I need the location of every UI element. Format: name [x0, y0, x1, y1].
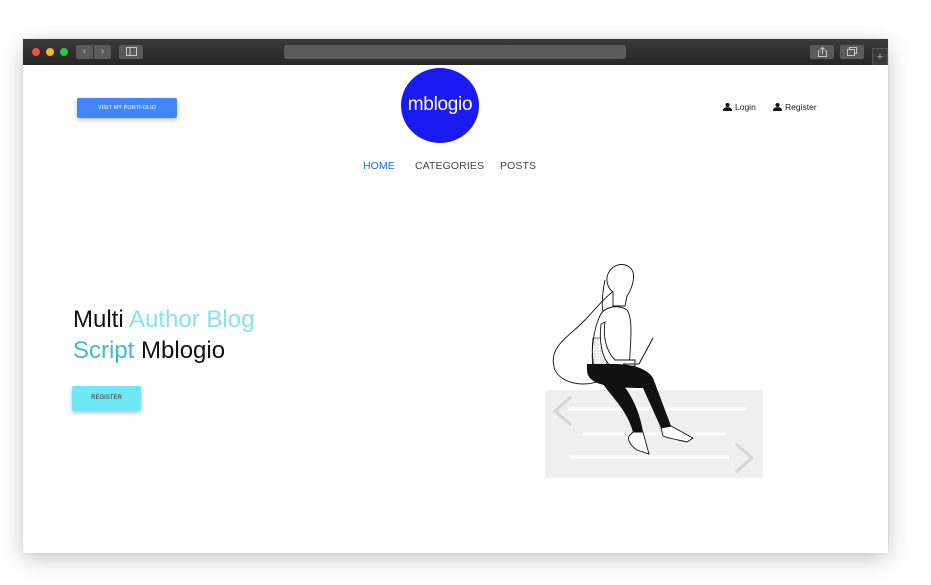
hero-title-highlight2: Script	[73, 337, 135, 364]
forward-button[interactable]: ›	[94, 45, 111, 59]
register-link[interactable]: Register	[773, 102, 817, 112]
share-icon	[817, 47, 827, 57]
hero-title-part1: Multi	[73, 306, 130, 333]
site-logo[interactable]: mblogio	[401, 68, 479, 143]
nav-categories[interactable]: CATEGORIES	[415, 160, 484, 172]
register-label: Register	[785, 102, 817, 112]
hero-title-part2: Mblogio	[134, 337, 226, 364]
address-bar[interactable]	[284, 45, 626, 59]
hero-title-highlight1: Author Blog	[129, 306, 255, 333]
back-button[interactable]: ‹	[76, 45, 93, 59]
hero-title: Multi Author Blog Script Mblogio	[73, 304, 353, 366]
sidebar-toggle-button[interactable]	[119, 45, 143, 59]
user-icon	[723, 103, 732, 111]
sidebar-icon	[125, 47, 137, 56]
user-icon	[773, 103, 782, 111]
tabs-icon	[847, 47, 857, 56]
show-tabs-button[interactable]	[840, 45, 864, 59]
nav-home[interactable]: HOME	[363, 160, 395, 172]
login-label: Login	[735, 102, 756, 112]
visit-portfolio-button[interactable]: VISIT MY PORTFOLIO	[77, 98, 177, 118]
browser-window: ‹ › + VISIT MY PORTFOLIO mblogio Login R…	[23, 39, 888, 553]
new-tab-button[interactable]: +	[872, 48, 888, 66]
browser-toolbar: ‹ › +	[23, 39, 888, 66]
minimize-window-button[interactable]	[46, 48, 54, 56]
close-window-button[interactable]	[32, 48, 40, 56]
web-page: VISIT MY PORTFOLIO mblogio Login Registe…	[23, 65, 888, 553]
woman-with-laptop-illustration	[545, 264, 763, 478]
nav-posts[interactable]: POSTS	[500, 160, 536, 172]
zoom-window-button[interactable]	[60, 48, 68, 56]
login-link[interactable]: Login	[723, 102, 756, 112]
hero-register-button[interactable]: REGISTER	[72, 386, 141, 411]
share-button[interactable]	[810, 45, 834, 59]
